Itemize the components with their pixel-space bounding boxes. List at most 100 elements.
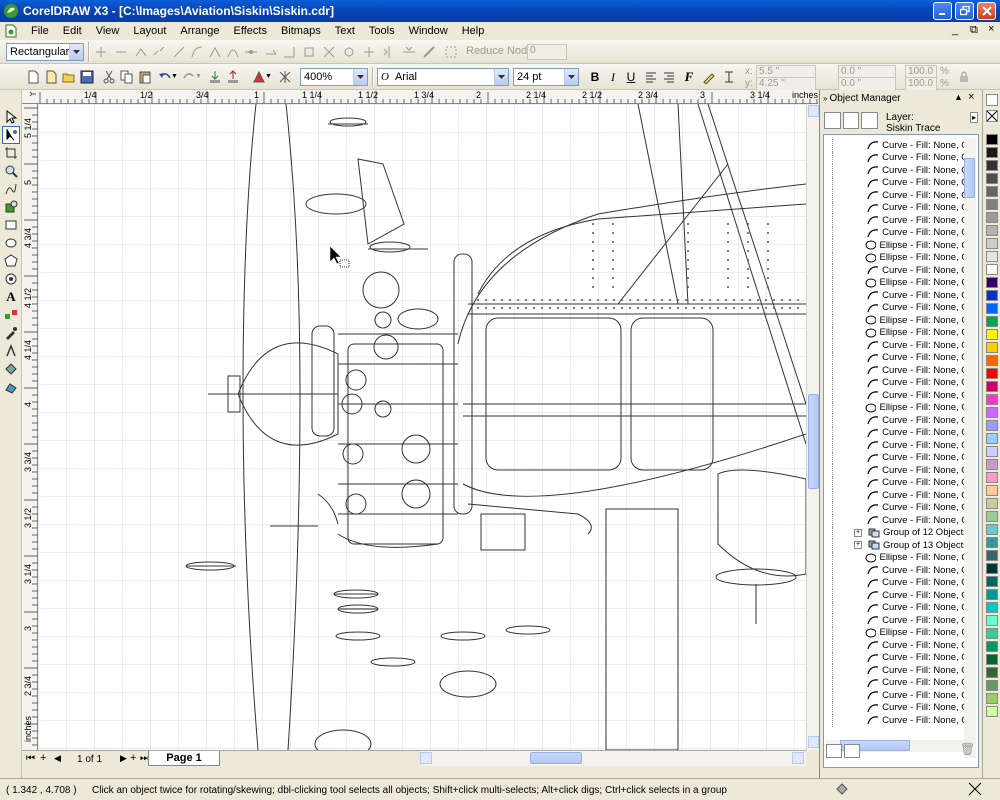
interactive-fill-tool-icon[interactable] bbox=[2, 378, 20, 396]
height-input[interactable]: 0.0 " bbox=[838, 77, 896, 91]
delete-icon[interactable]: 🗑 bbox=[960, 742, 975, 756]
color-swatch[interactable] bbox=[986, 394, 998, 405]
to-line-icon[interactable] bbox=[170, 43, 188, 61]
color-swatch[interactable] bbox=[986, 446, 998, 457]
redo-dropdown-icon[interactable]: ▼ bbox=[195, 73, 202, 80]
vertical-scrollbar[interactable] bbox=[806, 104, 819, 750]
copy-icon[interactable] bbox=[118, 68, 136, 86]
color-swatch[interactable] bbox=[986, 407, 998, 418]
y-position-input[interactable]: 4.25 " bbox=[756, 77, 816, 91]
color-swatch[interactable] bbox=[986, 524, 998, 535]
tree-item-curve[interactable]: Curve - Fill: None, Ou bbox=[824, 214, 974, 227]
scale-height-input[interactable]: 100.0 bbox=[905, 77, 937, 91]
color-swatch[interactable] bbox=[986, 277, 998, 288]
zoom-level-select[interactable]: 400% bbox=[300, 68, 368, 86]
tree-item-curve[interactable]: Curve - Fill: None, Ou bbox=[824, 464, 974, 477]
edit-text-icon[interactable] bbox=[700, 68, 718, 86]
tree-item-curve[interactable]: Curve - Fill: None, Ou bbox=[824, 264, 974, 277]
menu-tools[interactable]: Tools bbox=[362, 25, 402, 37]
tree-item-curve[interactable]: Curve - Fill: None, Ou bbox=[824, 589, 974, 602]
export-icon[interactable] bbox=[224, 68, 242, 86]
tree-item-curve[interactable]: Curve - Fill: None, Ou bbox=[824, 376, 974, 389]
tree-item-curve[interactable]: Curve - Fill: None, Ou bbox=[824, 489, 974, 502]
color-swatch[interactable] bbox=[986, 238, 998, 249]
color-swatch[interactable] bbox=[986, 329, 998, 340]
fill-tool-icon[interactable] bbox=[2, 360, 20, 378]
tree-item-curve[interactable]: Curve - Fill: None, Ou bbox=[824, 601, 974, 614]
tree-item-group[interactable]: + Group of 13 Objects bbox=[824, 539, 974, 552]
tree-item-curve[interactable]: Curve - Fill: None, Ou bbox=[824, 689, 974, 702]
menu-bitmaps[interactable]: Bitmaps bbox=[274, 25, 328, 37]
basic-shapes-tool-icon[interactable] bbox=[2, 270, 20, 288]
tree-item-ellipse[interactable]: Ellipse - Fill: None, Ou bbox=[824, 276, 974, 289]
tree-item-curve[interactable]: Curve - Fill: None, Ou bbox=[824, 176, 974, 189]
corel-online-icon[interactable] bbox=[276, 68, 294, 86]
cusp-node-icon[interactable] bbox=[206, 43, 224, 61]
add-page-before-button[interactable]: + bbox=[40, 752, 46, 764]
color-swatch[interactable] bbox=[986, 576, 998, 587]
scroll-left-button[interactable] bbox=[420, 752, 432, 764]
smart-fill-tool-icon[interactable] bbox=[2, 198, 20, 216]
tree-item-curve[interactable]: Curve - Fill: None, Ou bbox=[824, 301, 974, 314]
rectangle-tool-icon[interactable] bbox=[2, 216, 20, 234]
rotate-nodes-icon[interactable] bbox=[340, 43, 358, 61]
tree-item-ellipse[interactable]: Ellipse - Fill: None, Ou bbox=[824, 251, 974, 264]
tree-item-curve[interactable]: Curve - Fill: None, Ou bbox=[824, 139, 974, 152]
align-nodes-icon[interactable] bbox=[360, 43, 378, 61]
color-swatch[interactable] bbox=[986, 615, 998, 626]
tree-item-curve[interactable]: Curve - Fill: None, Ou bbox=[824, 614, 974, 627]
ellipse-tool-icon[interactable] bbox=[2, 234, 20, 252]
collapse-docker-icon[interactable]: » bbox=[823, 94, 827, 103]
save-icon[interactable] bbox=[78, 68, 96, 86]
next-page-button[interactable]: ▶ bbox=[120, 753, 127, 764]
scroll-thumb[interactable] bbox=[808, 394, 819, 489]
edit-across-layers-icon[interactable] bbox=[842, 112, 860, 129]
page-tab[interactable]: Page 1 bbox=[148, 751, 220, 766]
tree-item-curve[interactable]: Curve - Fill: None, Ou bbox=[824, 576, 974, 589]
previous-page-button[interactable]: ◀ bbox=[54, 753, 61, 764]
tree-item-ellipse[interactable]: Ellipse - Fill: None, Ou bbox=[824, 626, 974, 639]
color-swatch[interactable] bbox=[986, 550, 998, 561]
paste-icon[interactable] bbox=[136, 68, 154, 86]
zoom-tool-icon[interactable] bbox=[2, 162, 20, 180]
tree-item-curve[interactable]: Curve - Fill: None, Ou bbox=[824, 564, 974, 577]
color-swatch[interactable] bbox=[986, 199, 998, 210]
tree-item-ellipse[interactable]: Ellipse - Fill: None, Ou bbox=[824, 314, 974, 327]
new-layer-icon[interactable] bbox=[826, 744, 842, 758]
color-swatch[interactable] bbox=[986, 511, 998, 522]
color-swatch[interactable] bbox=[986, 290, 998, 301]
color-swatch[interactable] bbox=[986, 563, 998, 574]
join-nodes-icon[interactable] bbox=[132, 43, 150, 61]
color-swatch[interactable] bbox=[986, 654, 998, 665]
align-left-icon[interactable] bbox=[642, 68, 660, 86]
menu-help[interactable]: Help bbox=[455, 25, 492, 37]
vertical-ruler[interactable]: 5 1/4 5 4 3/4 4 1/2 4 1/4 4 3 3/4 3 1/2 … bbox=[22, 104, 38, 750]
object-tree[interactable]: Curve - Fill: None, Ou Curve - Fill: None… bbox=[823, 134, 979, 768]
color-swatch[interactable] bbox=[986, 160, 998, 171]
tree-item-curve[interactable]: Curve - Fill: None, Ou bbox=[824, 164, 974, 177]
menu-view[interactable]: View bbox=[89, 25, 127, 37]
tree-item-curve[interactable]: Curve - Fill: None, Ou bbox=[824, 201, 974, 214]
first-page-button[interactable]: ⏮ bbox=[26, 753, 35, 764]
scroll-up-button[interactable] bbox=[808, 105, 819, 117]
palette-scroll-up-icon[interactable] bbox=[986, 94, 998, 106]
eyedropper-tool-icon[interactable] bbox=[2, 324, 20, 342]
font-size-select[interactable]: 24 pt bbox=[513, 68, 579, 86]
color-swatch[interactable] bbox=[986, 147, 998, 158]
color-swatch[interactable] bbox=[986, 641, 998, 652]
color-swatch[interactable] bbox=[986, 485, 998, 496]
color-swatch[interactable] bbox=[986, 251, 998, 262]
menu-window[interactable]: Window bbox=[402, 25, 455, 37]
minimize-button[interactable] bbox=[933, 2, 952, 20]
lock-ratio-icon[interactable] bbox=[955, 68, 973, 86]
tree-vertical-scrollbar[interactable] bbox=[964, 138, 976, 758]
italic-button[interactable]: I bbox=[604, 68, 622, 86]
align-right-icon[interactable] bbox=[660, 68, 678, 86]
color-swatch[interactable] bbox=[986, 355, 998, 366]
color-swatch[interactable] bbox=[986, 134, 998, 145]
docker-menu-icon[interactable]: ▲ bbox=[954, 92, 963, 102]
document-icon[interactable] bbox=[4, 24, 18, 38]
color-swatch[interactable] bbox=[986, 381, 998, 392]
color-swatch[interactable] bbox=[986, 173, 998, 184]
tree-item-ellipse[interactable]: Ellipse - Fill: None, Ou bbox=[824, 239, 974, 252]
